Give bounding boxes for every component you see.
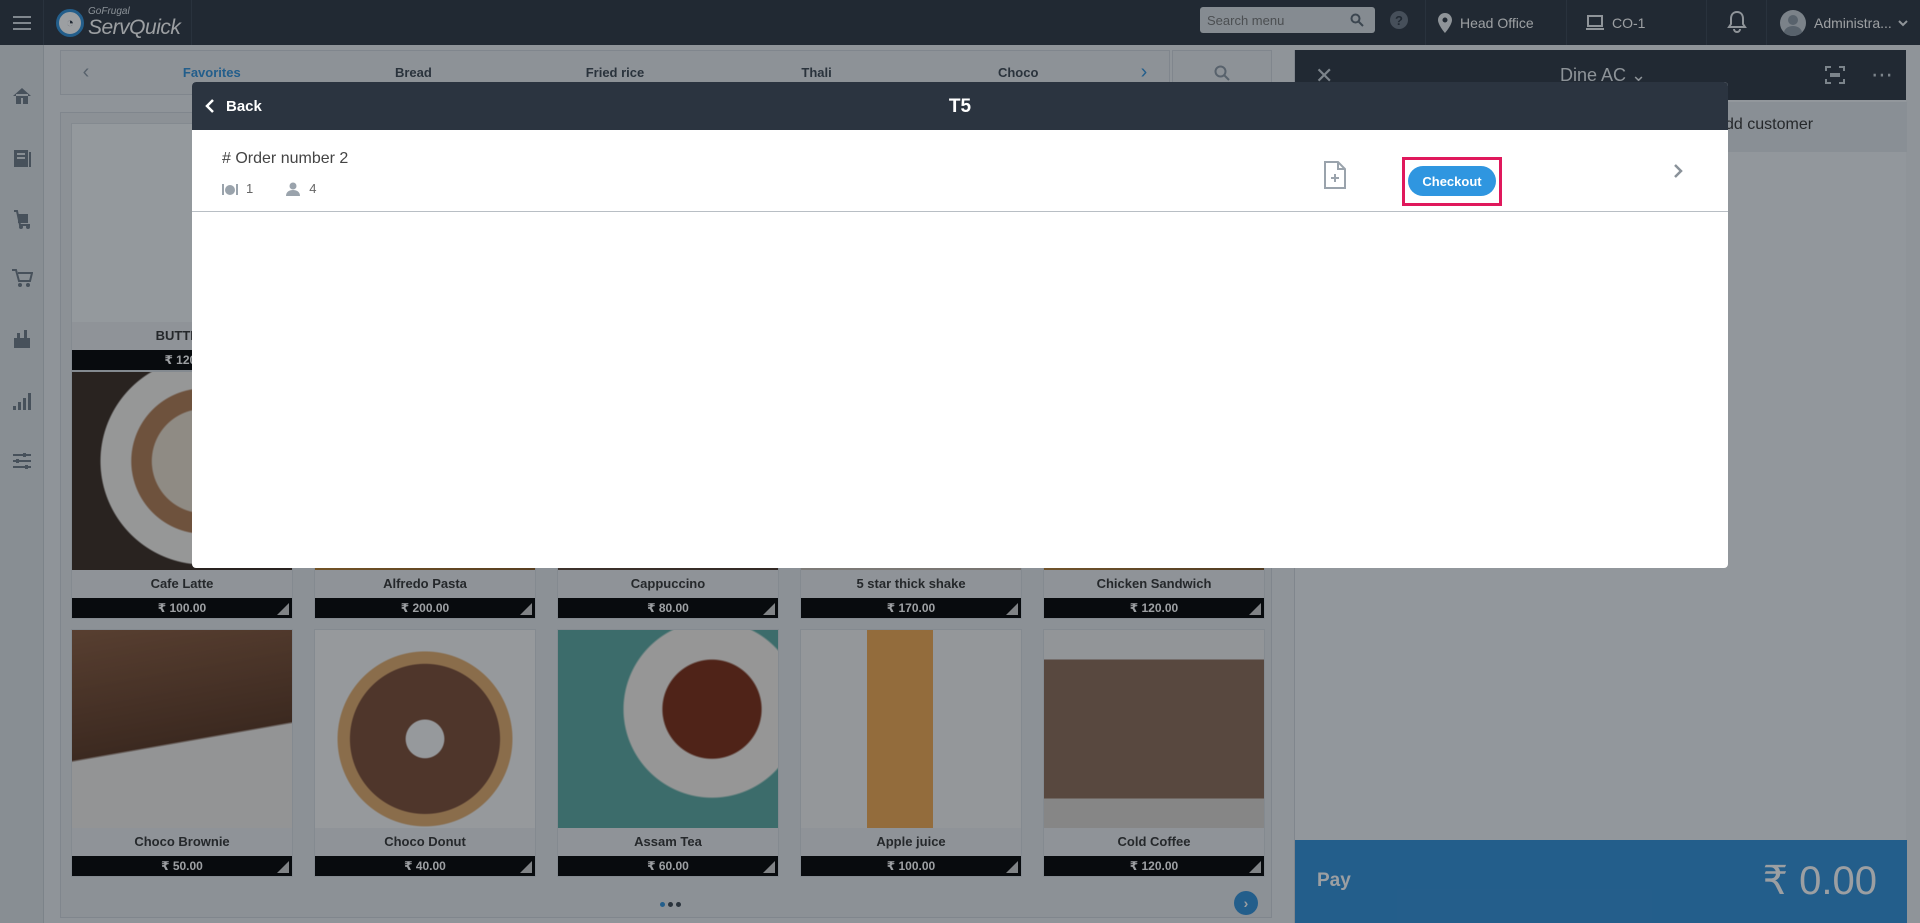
add-document-icon[interactable] bbox=[1323, 160, 1347, 190]
checkout-highlight: Checkout bbox=[1402, 157, 1502, 206]
checkout-button[interactable]: Checkout bbox=[1408, 166, 1496, 196]
order-items-count: 1 bbox=[246, 181, 254, 196]
order-name: # Order number 2 bbox=[222, 150, 349, 167]
modal-title: T5 bbox=[948, 96, 972, 117]
order-meta: 1 4 bbox=[222, 181, 316, 196]
order-row[interactable]: # Order number 2 1 4 Checkout bbox=[192, 130, 1728, 212]
guests-person-icon bbox=[286, 182, 301, 196]
table-orders-modal: Back T5 # Order number 2 1 4 Checkout bbox=[192, 82, 1728, 568]
modal-header: Back T5 bbox=[192, 82, 1728, 130]
order-guests-count: 4 bbox=[309, 181, 317, 196]
chevron-right-icon[interactable] bbox=[1673, 163, 1683, 179]
dining-icon bbox=[222, 183, 238, 195]
